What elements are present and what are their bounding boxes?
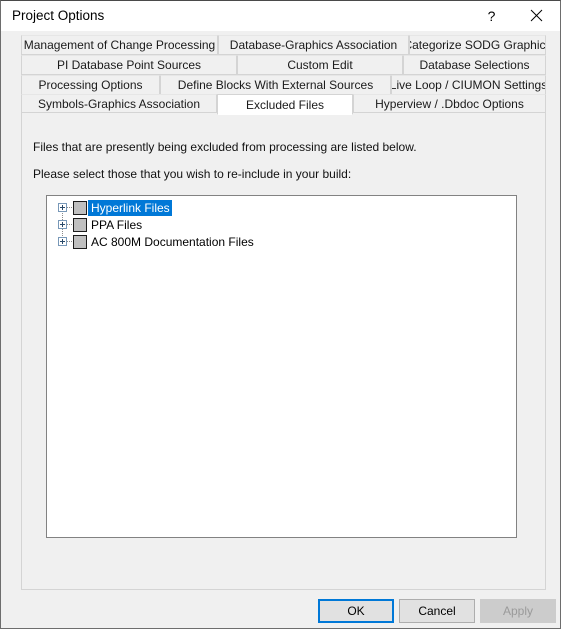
tree-connector-line <box>67 207 72 208</box>
help-glyph: ? <box>487 7 496 24</box>
tab-database-graphics-association[interactable]: Database-Graphics Association <box>218 35 409 55</box>
tab-row: PI Database Point Sources Custom Edit Data… <box>21 55 546 75</box>
apply-button-label: Apply <box>502 604 534 618</box>
tab-live-loop-ciumon-settings[interactable]: Live Loop / CIUMON Settings <box>391 75 546 95</box>
folder-icon <box>73 200 87 215</box>
tab-label: PI Database Point Sources <box>56 58 202 72</box>
folder-icon <box>73 234 87 249</box>
tab-label: Custom Edit <box>287 58 353 72</box>
tab-hyperview-dbdoc-options[interactable]: Hyperview / .Dbdoc Options <box>353 94 546 114</box>
tab-label: Live Loop / CIUMON Settings <box>391 78 546 92</box>
panel-description-line-1: Files that are presently being excluded … <box>33 140 417 154</box>
expand-plus-icon[interactable] <box>58 237 67 246</box>
apply-button[interactable]: Apply <box>480 599 556 623</box>
tree-item[interactable]: PPA Files <box>53 216 516 233</box>
tab-database-selections[interactable]: Database Selections <box>403 55 546 75</box>
tab-strip: Management of Change Processing Database-… <box>21 35 546 115</box>
tree-root: Hyperlink Files PPA Files AC 800M Document… <box>53 199 516 250</box>
tree-item[interactable]: Hyperlink Files <box>53 199 516 216</box>
tree-connector-line <box>67 224 72 225</box>
tab-label: Database-Graphics Association <box>229 38 398 52</box>
close-glyph <box>530 9 543 22</box>
excluded-files-panel: Files that are presently being excluded … <box>21 112 546 590</box>
tab-custom-edit[interactable]: Custom Edit <box>237 55 403 75</box>
tree-item[interactable]: AC 800M Documentation Files <box>53 233 516 250</box>
close-icon[interactable] <box>514 1 559 30</box>
tab-label: Categorize SODG Graphics <box>409 38 546 52</box>
tab-row: Processing Options Define Blocks With Ext… <box>21 75 546 95</box>
tab-management-of-change-processing[interactable]: Management of Change Processing <box>21 35 218 55</box>
tab-processing-options[interactable]: Processing Options <box>21 75 160 95</box>
project-options-dialog: Project Options ? Management of Change P… <box>0 0 561 629</box>
excluded-files-tree[interactable]: Hyperlink Files PPA Files AC 800M Document… <box>46 195 517 538</box>
tab-pi-database-point-sources[interactable]: PI Database Point Sources <box>21 55 237 75</box>
tab-label: Processing Options <box>38 78 143 92</box>
cancel-button-label: Cancel <box>418 604 456 618</box>
tree-connector-line <box>67 241 72 242</box>
cancel-button[interactable]: Cancel <box>399 599 475 623</box>
tab-row: Symbols-Graphics Association Excluded Fil… <box>21 94 546 115</box>
expand-plus-icon[interactable] <box>58 203 67 212</box>
tab-label: Symbols-Graphics Association <box>37 97 201 111</box>
expand-plus-icon[interactable] <box>58 220 67 229</box>
folder-icon <box>73 217 87 232</box>
tab-label: Excluded Files <box>245 97 325 112</box>
tab-row: Management of Change Processing Database-… <box>21 35 546 55</box>
tab-label: Management of Change Processing <box>23 38 216 52</box>
tree-item-label: AC 800M Documentation Files <box>91 234 254 249</box>
tab-label: Database Selections <box>419 58 530 72</box>
ok-button[interactable]: OK <box>318 599 394 623</box>
tab-excluded-files[interactable]: Excluded Files <box>217 94 353 115</box>
title-bar: Project Options ? <box>1 1 560 31</box>
panel-description-line-2: Please select those that you wish to re-… <box>33 167 352 181</box>
tab-label: Define Blocks With External Sources <box>177 78 374 92</box>
help-icon[interactable]: ? <box>469 1 514 30</box>
ok-button-label: OK <box>347 604 365 618</box>
tree-item-label: Hyperlink Files <box>88 199 172 216</box>
tab-symbols-graphics-association[interactable]: Symbols-Graphics Association <box>21 94 217 114</box>
tab-label: Hyperview / .Dbdoc Options <box>375 97 524 111</box>
tab-categorize-sodg-graphics[interactable]: Categorize SODG Graphics <box>409 35 546 55</box>
tab-define-blocks-with-external-sources[interactable]: Define Blocks With External Sources <box>160 75 391 95</box>
window-title: Project Options <box>12 8 105 23</box>
tree-item-label: PPA Files <box>91 217 143 232</box>
